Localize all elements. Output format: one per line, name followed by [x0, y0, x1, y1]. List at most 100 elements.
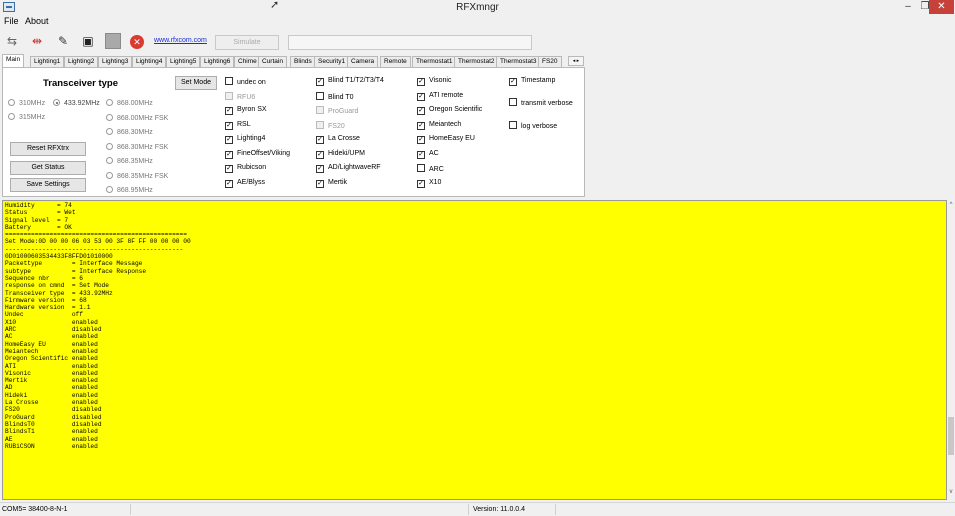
- radio-freq-right-3[interactable]: 868.30MHz FSK: [106, 142, 168, 151]
- tab-curtain[interactable]: Curtain: [258, 56, 287, 67]
- scroll-thumb[interactable]: [948, 417, 954, 455]
- checkbox-rubicson[interactable]: ✓ Rubicson: [225, 164, 266, 173]
- save-settings-button[interactable]: Save Settings: [10, 178, 86, 192]
- gray-square-icon[interactable]: [105, 33, 121, 49]
- checkbox-ati-remote[interactable]: ✓ ATI remote: [417, 92, 463, 101]
- menu-file[interactable]: File: [4, 16, 19, 26]
- checkbox-label: X10: [429, 178, 442, 186]
- checkbox-blind-t1-t2-t3-t4[interactable]: ✓ Blind T1/T2/T3/T4: [316, 77, 384, 86]
- tab-lighting3[interactable]: Lighting3: [98, 56, 133, 67]
- tab-lighting1[interactable]: Lighting1: [30, 56, 65, 67]
- checkbox-empty-icon: [225, 91, 233, 100]
- tab-thermostat1[interactable]: Thermostat1: [412, 56, 457, 67]
- radio-freq-left-0[interactable]: 310MHz: [8, 99, 45, 107]
- checkbox-ae-blyss[interactable]: ✓ AE/Blyss: [225, 179, 265, 188]
- checkbox-label: ATI remote: [429, 91, 464, 99]
- tab-main[interactable]: Main: [2, 54, 25, 67]
- status-divider: [555, 504, 556, 515]
- tab-lighting2[interactable]: Lighting2: [64, 56, 99, 67]
- reset-rfxtrx-button[interactable]: Reset RFXtrx: [10, 142, 86, 156]
- checkmark-icon: ✓: [417, 92, 425, 101]
- checkmark-icon: ✓: [225, 107, 233, 115]
- radio-freq-right-2[interactable]: 868.30MHz: [106, 128, 153, 136]
- checkbox-label: log verbose: [521, 123, 558, 130]
- tab-lighting5[interactable]: Lighting5: [166, 56, 201, 67]
- scroll-down-arrow-icon[interactable]: v: [947, 489, 955, 495]
- rfxcom-link[interactable]: www.rfxcom.com: [154, 37, 207, 44]
- disconnect-plug-icon[interactable]: ⇹: [28, 33, 46, 49]
- checkbox-homeeasy-eu[interactable]: ✓ HomeEasy EU: [417, 135, 475, 144]
- simulate-input[interactable]: [288, 35, 532, 50]
- radio-circle-icon: [8, 113, 15, 120]
- floppy-disk-icon[interactable]: ▣: [79, 33, 97, 49]
- checkbox-fineoffset-viking[interactable]: ✓ FineOffset/Viking: [225, 150, 290, 159]
- radio-freq-right-6[interactable]: 868.95MHz: [106, 186, 153, 194]
- checkbox-ac[interactable]: ✓ AC: [417, 150, 439, 159]
- tab-thermostat3[interactable]: Thermostat3: [496, 56, 541, 67]
- checkbox-label: undec on: [237, 79, 266, 86]
- radio-circle-icon: [53, 99, 60, 106]
- checkmark-icon: ✓: [225, 165, 233, 173]
- radio-freq-right-4[interactable]: 868.35MHz: [106, 157, 153, 165]
- checkbox-arc[interactable]: ARC: [417, 164, 444, 173]
- checkbox-hideki-upm[interactable]: ✓ Hideki/UPM: [316, 150, 365, 159]
- checkmark-icon: ✓: [417, 78, 425, 86]
- tab-thermostat2[interactable]: Thermostat2: [454, 56, 499, 67]
- checkmark-icon: ✓: [417, 136, 425, 144]
- set-mode-button[interactable]: Set Mode: [175, 76, 217, 90]
- close-button[interactable]: ✕: [929, 0, 954, 14]
- checkbox-ad-lightwaverf[interactable]: ✓ AD/LightwaveRF: [316, 164, 381, 173]
- radio-freq-left-2[interactable]: 315MHz: [8, 113, 45, 121]
- radio-freq-right-5[interactable]: 868.35MHz FSK: [106, 171, 168, 180]
- tab-fs20[interactable]: FS20: [538, 56, 562, 67]
- checkmark-icon: ✓: [225, 150, 233, 159]
- radio-circle-icon: [106, 142, 113, 150]
- checkbox-log-verbose[interactable]: log verbose: [509, 121, 557, 130]
- menu-about[interactable]: About: [25, 16, 49, 26]
- tab-lighting4[interactable]: Lighting4: [132, 56, 167, 67]
- radio-label: 868.00MHz FSK: [117, 114, 169, 122]
- scroll-up-arrow-icon[interactable]: ^: [947, 202, 955, 208]
- checkbox-visonic[interactable]: ✓ Visonic: [417, 77, 451, 86]
- magic-wand-icon[interactable]: ✎: [54, 33, 72, 49]
- tab-scroll-arrows[interactable]: ◂ ▸: [568, 56, 584, 66]
- log-output-pane[interactable]: Humidity = 74 Status = Wet Signal level …: [2, 200, 947, 500]
- checkbox-x10[interactable]: ✓ X10: [417, 179, 441, 188]
- minimize-button[interactable]: –: [896, 0, 920, 14]
- tab-lighting6[interactable]: Lighting6: [200, 56, 235, 67]
- checkbox-timestamp[interactable]: ✓ Timestamp: [509, 77, 555, 86]
- tab-chime[interactable]: Chime: [234, 56, 261, 67]
- checkbox-label: FineOffset/Viking: [237, 149, 291, 157]
- tab-blinds[interactable]: Blinds: [290, 56, 316, 67]
- checkbox-label: RFU6: [237, 93, 256, 101]
- tab-remote[interactable]: Remote: [380, 56, 411, 67]
- checkbox-byron-sx[interactable]: ✓ Byron SX: [225, 106, 267, 115]
- radio-circle-icon: [106, 113, 113, 121]
- get-status-button[interactable]: Get Status: [10, 161, 86, 175]
- radio-freq-left-1[interactable]: 433.92MHz: [53, 99, 100, 107]
- checkbox-oregon-scientific[interactable]: ✓ Oregon Scientific: [417, 106, 482, 115]
- tab-camera[interactable]: Camera: [347, 56, 379, 67]
- checkmark-icon: ✓: [316, 165, 324, 173]
- checkbox-label: Mertik: [328, 178, 348, 186]
- radio-freq-right-0[interactable]: 868.00MHz: [106, 99, 153, 107]
- checkbox-rsl[interactable]: ✓ RSL: [225, 121, 251, 130]
- checkbox-blind-t0[interactable]: Blind T0: [316, 91, 354, 101]
- checkbox-label: Visonic: [429, 77, 452, 84]
- radio-freq-right-1[interactable]: 868.00MHz FSK: [106, 113, 169, 122]
- simulate-button[interactable]: Simulate: [215, 35, 279, 50]
- checkbox-label: Timestamp: [521, 77, 556, 84]
- checkbox-empty-icon: [417, 164, 425, 172]
- tab-security1[interactable]: Security1: [314, 56, 350, 67]
- log-scrollbar[interactable]: ^ v: [947, 200, 955, 500]
- checkbox-mertik[interactable]: ✓ Mertik: [316, 179, 347, 188]
- stop-icon[interactable]: ✕: [130, 35, 144, 49]
- checkbox-label: Blind T1/T2/T3/T4: [328, 77, 384, 84]
- checkbox-la-crosse[interactable]: ✓ La Crosse: [316, 135, 360, 144]
- checkbox-undec-on[interactable]: undec on: [225, 77, 266, 86]
- checkbox-transmit-verbose[interactable]: transmit verbose: [509, 98, 573, 107]
- checkbox-meiantech[interactable]: ✓ Meiantech: [417, 121, 461, 130]
- checkbox-empty-icon: [316, 91, 324, 100]
- connect-plug-icon[interactable]: ⇆: [3, 33, 21, 49]
- checkbox-lighting4[interactable]: ✓ Lighting4: [225, 135, 265, 144]
